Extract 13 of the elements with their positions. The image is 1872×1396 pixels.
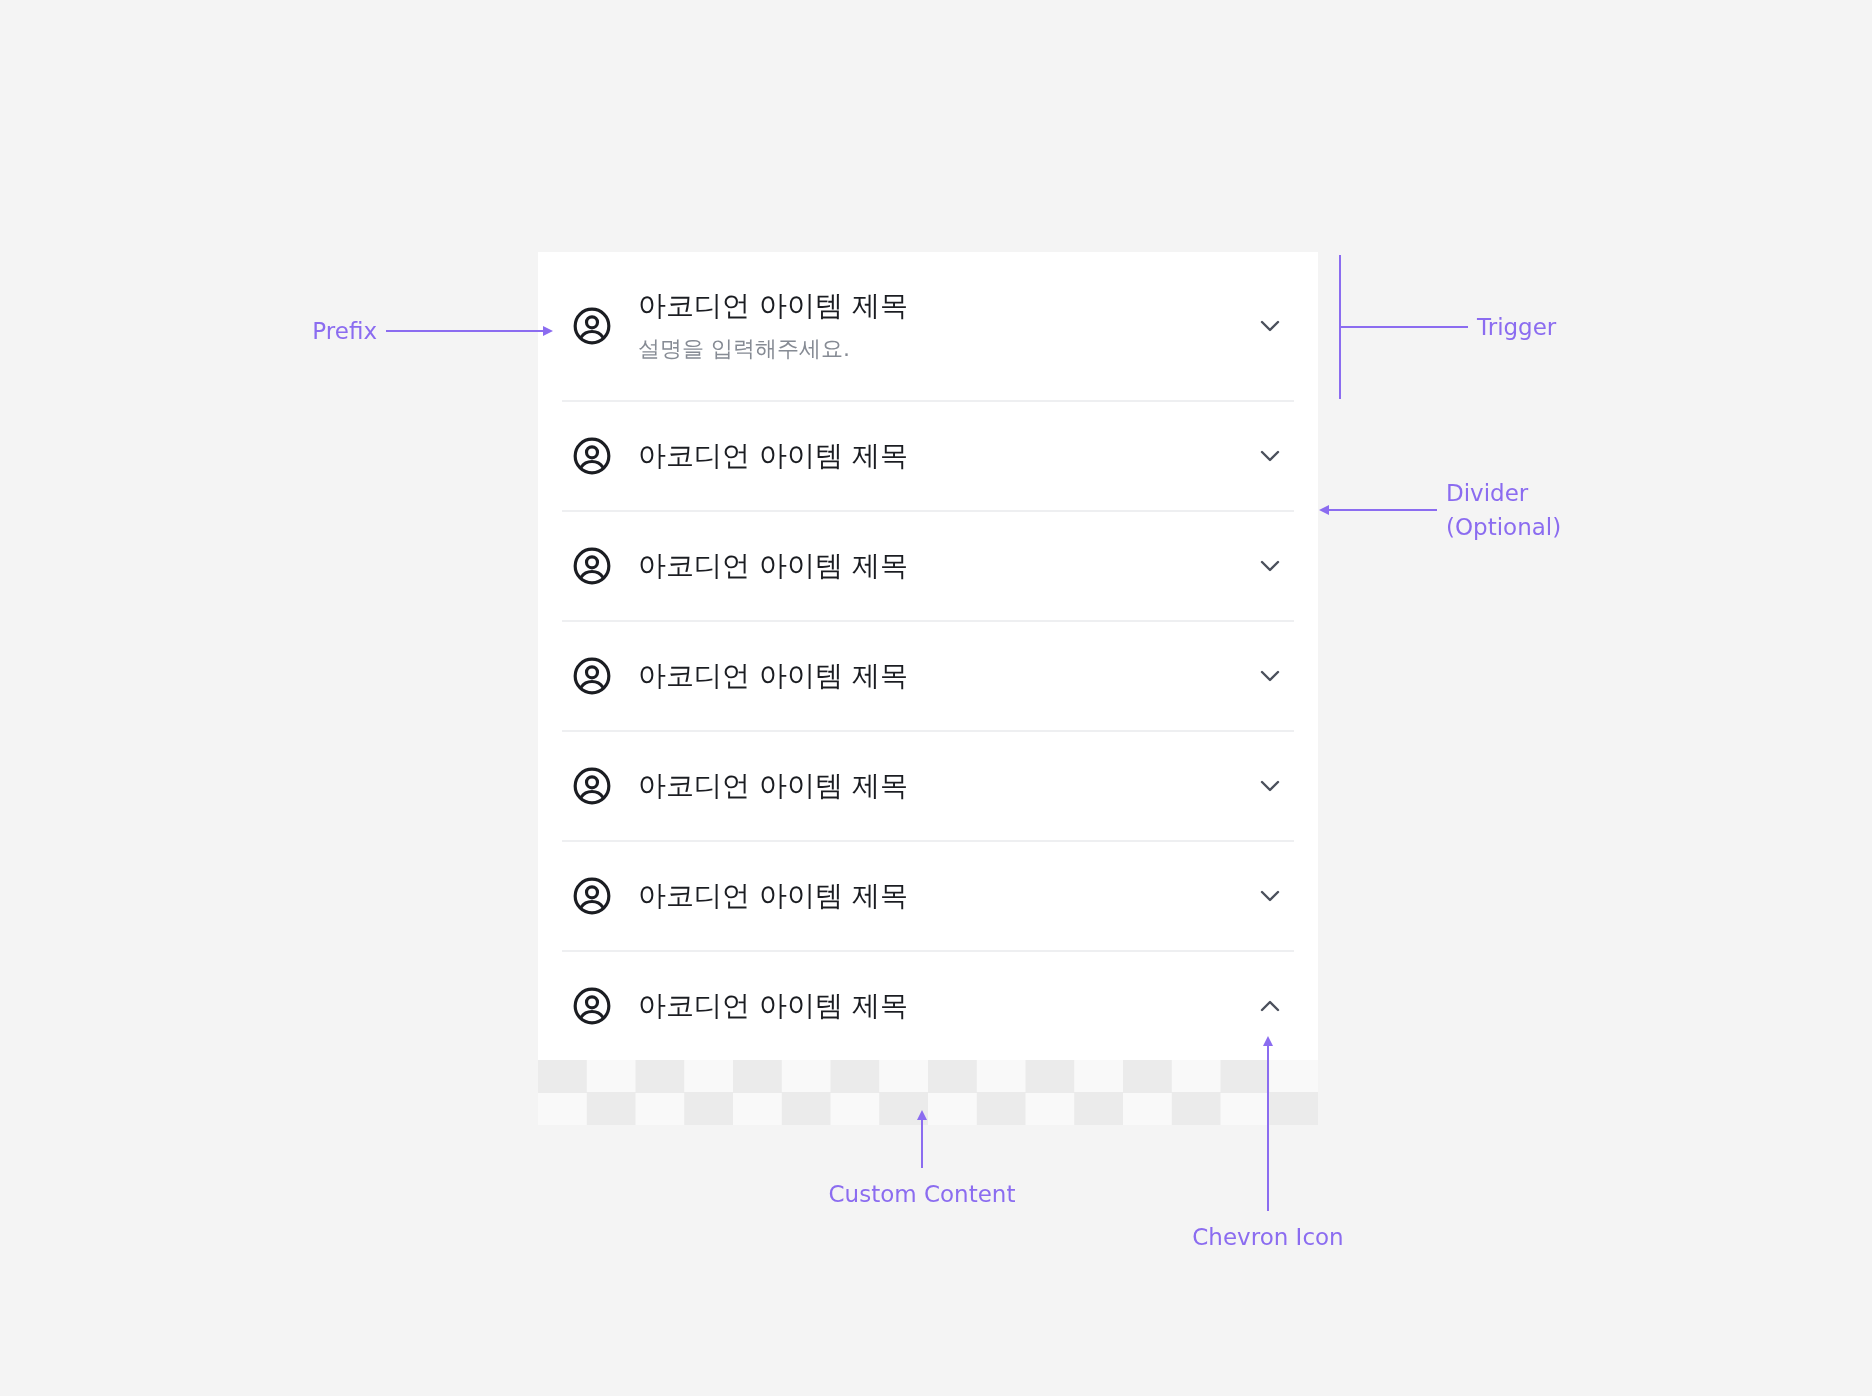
annotation-arrow: [917, 1110, 927, 1169]
user-circle-icon: [572, 436, 612, 476]
user-circle-icon: [572, 656, 612, 696]
user-circle-icon: [572, 306, 612, 346]
annotation-label: Chevron Icon: [1192, 1223, 1344, 1252]
user-circle-icon: [572, 546, 612, 586]
annotation-label: Prefix: [312, 317, 377, 346]
user-circle-icon: [572, 766, 612, 806]
user-circle-icon: [572, 876, 612, 916]
annotation-label: Custom Content: [828, 1180, 1016, 1209]
user-circle-icon: [572, 986, 612, 1026]
annotation-label: Divider (Optional): [1446, 479, 1562, 542]
annotation-label: Trigger: [1477, 313, 1557, 342]
